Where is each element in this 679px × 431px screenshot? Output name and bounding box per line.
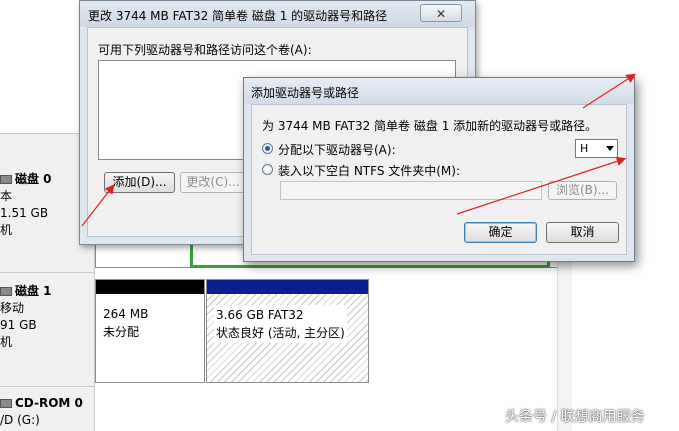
drive-letter-select[interactable]: H: [575, 139, 618, 158]
chevron-down-icon: [606, 146, 614, 151]
disk-0-title: 磁盘 0: [15, 172, 52, 186]
ok-button[interactable]: 确定: [464, 222, 537, 243]
disk-icon: [0, 175, 12, 184]
browse-button[interactable]: 浏览(B)...: [548, 181, 617, 200]
paths-list-label: 可用下列驱动器号和路径访问这个卷(A):: [98, 43, 312, 57]
unallocated-size: 264 MB: [103, 307, 149, 321]
disk-1-line-3: 机: [0, 335, 13, 349]
disk-1-line-1: 移动: [0, 301, 25, 315]
cdrom-0-title: CD-ROM 0: [15, 396, 83, 410]
dialog-title: 添加驱动器号或路径: [251, 86, 360, 100]
disk-icon: [0, 287, 12, 296]
disk-0-info[interactable]: 磁盘 0 本 1.51 GB 机: [0, 171, 52, 239]
disk-0-line-3: 机: [0, 223, 13, 237]
fat32-size: 3.66 GB FAT32: [216, 308, 304, 322]
fat32-status: 状态良好 (活动, 主分区): [216, 326, 345, 340]
change-button[interactable]: 更改(C)...: [180, 172, 246, 193]
dialog-client-area: 为 3744 MB FAT32 简单卷 磁盘 1 添加新的驱动器号或路径。 分配…: [251, 104, 627, 255]
unallocated-header: [96, 280, 204, 294]
unallocated-status: 未分配: [103, 325, 140, 339]
assign-drive-letter-label[interactable]: 分配以下驱动器号(A):: [278, 141, 396, 158]
fat32-header: [207, 280, 368, 294]
disk-1-line-2: 91 GB: [0, 318, 37, 332]
watermark-text: 头条号 / 联想商用服务: [505, 409, 645, 425]
mount-folder-radio[interactable]: [262, 164, 273, 175]
partition-unallocated[interactable]: 264 MB 未分配: [95, 279, 205, 383]
drive-letter-value: H: [580, 142, 589, 155]
dialog-titlebar[interactable]: 添加驱动器号或路径: [244, 78, 634, 104]
dialog-titlebar[interactable]: 更改 3744 MB FAT32 简单卷 磁盘 1 的驱动器号和路径 ✕: [80, 1, 475, 27]
mount-folder-label[interactable]: 装入以下空白 NTFS 文件夹中(M):: [278, 162, 460, 179]
disk-0-line-1: 本: [0, 189, 13, 203]
cdrom-icon: [0, 399, 12, 408]
add-drive-letter-dialog: 添加驱动器号或路径 为 3744 MB FAT32 简单卷 磁盘 1 添加新的驱…: [243, 77, 635, 262]
assign-drive-letter-radio[interactable]: [262, 143, 273, 154]
cdrom-0-info[interactable]: CD-ROM 0 /D (G:): [0, 395, 83, 429]
partition-fat32[interactable]: 3.66 GB FAT32 状态良好 (活动, 主分区): [206, 279, 369, 383]
add-button[interactable]: 添加(D)...: [104, 172, 175, 193]
dialog-description: 为 3744 MB FAT32 简单卷 磁盘 1 添加新的驱动器号或路径。: [262, 119, 598, 133]
cdrom-0-line-1: /D (G:): [0, 413, 40, 427]
dialog-title: 更改 3744 MB FAT32 简单卷 磁盘 1 的驱动器号和路径: [88, 9, 388, 23]
disk-1-info[interactable]: 磁盘 1 移动 91 GB 机: [0, 283, 52, 351]
cancel-button[interactable]: 取消: [546, 222, 619, 243]
folder-path-input[interactable]: [280, 181, 542, 200]
disk-1-title: 磁盘 1: [15, 284, 52, 298]
disk-0-line-2: 1.51 GB: [0, 206, 49, 220]
close-button[interactable]: ✕: [420, 4, 462, 22]
